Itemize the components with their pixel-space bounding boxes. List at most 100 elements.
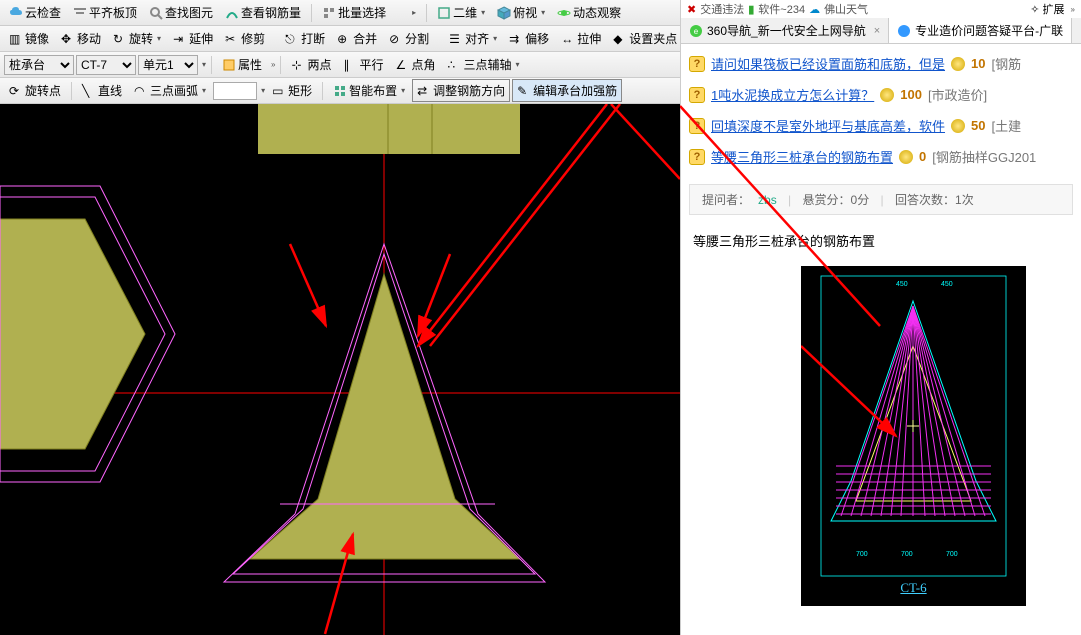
answer-count: 回答次数：1次	[895, 193, 974, 207]
set-clip-button[interactable]: ◆设置夹点	[608, 27, 682, 50]
faves-link[interactable]: ✧ 扩展	[1030, 1, 1064, 17]
coin-icon	[880, 88, 894, 102]
separator	[426, 4, 427, 22]
svg-text:e: e	[694, 27, 699, 36]
dynamic-view-button[interactable]: 动态观察	[552, 1, 626, 24]
batch-select-button[interactable]: 批量选择	[317, 1, 391, 24]
props-icon	[222, 58, 236, 72]
mirror-button[interactable]: ▥镜像	[4, 27, 54, 50]
view-rebar-button[interactable]: 查看钢筋量	[220, 1, 306, 24]
drawing-canvas[interactable]	[0, 104, 680, 635]
mirror-icon: ▥	[9, 32, 23, 46]
traffic-link[interactable]: 交通违法	[700, 1, 744, 17]
offset-icon: ⇉	[509, 32, 523, 46]
merge-button[interactable]: ⊕合并	[332, 27, 382, 50]
move-icon: ✥	[61, 32, 75, 46]
align2-icon: ☰	[449, 32, 463, 46]
dir-icon: ⇄	[417, 84, 431, 98]
qa-points: 10	[971, 56, 985, 71]
smart-place-button[interactable]: 智能布置▾	[328, 79, 410, 102]
trim-button[interactable]: ✂修剪	[220, 27, 270, 50]
offset-button[interactable]: ⇉偏移	[504, 27, 554, 50]
member-id-select[interactable]: CT-7	[76, 55, 136, 75]
question-meta: 提问者：zbs | 悬赏分：0分 | 回答次数：1次	[689, 184, 1073, 215]
rotate-icon: ↻	[113, 32, 127, 46]
align-icon	[73, 6, 87, 20]
tab-360nav[interactable]: e 360导航_新一代安全上网导航 ×	[681, 18, 889, 43]
cloud-check-button[interactable]: 云检查	[4, 1, 66, 24]
weather-link[interactable]: 佛山天气	[824, 1, 868, 17]
qa-points: 50	[971, 118, 985, 133]
align-button[interactable]: ☰对齐▾	[444, 27, 502, 50]
soft-link[interactable]: 软件~234	[758, 1, 805, 17]
svg-text:700: 700	[946, 551, 958, 558]
asker-label: 提问者：	[702, 193, 750, 207]
toolbar-place: ⟳旋转点 ╲直线 ◠三点画弧▾ ▾ ▭矩形 智能布置▾ ⇄调整钢筋方向 ✎编辑承…	[0, 78, 680, 104]
cloud-icon	[9, 6, 23, 20]
edit-cap-rebar-button[interactable]: ✎编辑承台加强筋	[512, 79, 622, 102]
reference-image[interactable]: 700700700 450450 CT-6	[801, 266, 1026, 606]
merge-icon: ⊕	[337, 32, 351, 46]
qa-category: [钢筋	[991, 54, 1021, 73]
question-title: 等腰三角形三桩承台的钢筋布置	[681, 223, 1081, 258]
break-icon: ⎋	[285, 32, 299, 46]
stretch-icon: ↔	[561, 32, 575, 46]
more-dropdown[interactable]: ▸	[405, 5, 421, 20]
search-icon	[149, 6, 163, 20]
cube-icon	[497, 6, 511, 20]
arc3pt-button[interactable]: ◠三点画弧▾	[129, 79, 211, 102]
qa-item: ? 请问如果筏板已经设置面筋和底筋，但是 10 [钢筋	[685, 48, 1077, 79]
rotate-button[interactable]: ↻旋转▾	[108, 27, 166, 50]
two-point-button[interactable]: ⊹两点	[286, 53, 336, 76]
extend-icon: ⇥	[173, 32, 187, 46]
find-element-button[interactable]: 查找图元	[144, 1, 218, 24]
rotate-pt-button[interactable]: ⟳旋转点	[4, 79, 66, 102]
coin-icon	[951, 119, 965, 133]
close-icon[interactable]: ×	[874, 25, 880, 37]
line-button[interactable]: ╲直线	[77, 79, 127, 102]
site-icon	[897, 24, 911, 38]
orbit-icon	[557, 6, 571, 20]
qa-category: [钢筋抽样GGJ201	[932, 147, 1036, 166]
qa-category: [土建	[991, 116, 1021, 135]
smart-icon	[333, 84, 347, 98]
unit-select[interactable]: 单元1	[138, 55, 198, 75]
align-top-button[interactable]: 平齐板顶	[68, 1, 142, 24]
adjust-rebar-dir-button[interactable]: ⇄调整钢筋方向	[412, 79, 510, 102]
move-button[interactable]: ✥移动	[56, 27, 106, 50]
question-icon: ?	[689, 149, 705, 165]
three-pt-aux-button[interactable]: ∴三点辅轴▾	[443, 53, 525, 76]
extend-button[interactable]: ⇥延伸	[168, 27, 218, 50]
rect-button[interactable]: ▭矩形	[267, 79, 317, 102]
qa-item: ? 回填深度不是室外地坪与基底高差，软件 50 [土建	[685, 110, 1077, 141]
address-bar: ✖ 交通违法 ▮ 软件~234 ☁ 佛山天气 ✧ 扩展 »	[681, 0, 1081, 18]
batch-icon	[322, 6, 336, 20]
top-view-button[interactable]: 俯视▾	[492, 1, 550, 24]
split-icon: ⊘	[389, 32, 403, 46]
break-button[interactable]: ⎋打断	[280, 27, 330, 50]
qa-link[interactable]: 回填深度不是室外地坪与基底高差，软件	[711, 116, 945, 135]
svg-text:700: 700	[901, 551, 913, 558]
qa-item: ? 等腰三角形三桩承台的钢筋布置 0 [钢筋抽样GGJ201	[685, 141, 1077, 172]
split-button[interactable]: ⊘分割	[384, 27, 434, 50]
dropdown-icon[interactable]: ▾	[202, 60, 206, 69]
parallel-button[interactable]: ∥平行	[339, 53, 389, 76]
browser-tabs: e 360导航_新一代安全上网导航 × 专业造价问题答疑平台-广联	[681, 18, 1081, 44]
view-2d-button[interactable]: 二维▾	[432, 1, 490, 24]
member-type-select[interactable]: 桩承台	[4, 55, 74, 75]
qa-category: [市政造价]	[928, 85, 987, 104]
tab-qa[interactable]: 专业造价问题答疑平台-广联	[889, 18, 1072, 43]
edit-rebar-icon: ✎	[517, 84, 531, 98]
svg-text:450: 450	[896, 281, 908, 288]
value-input[interactable]	[213, 82, 257, 100]
stretch-button[interactable]: ↔拉伸	[556, 27, 606, 50]
properties-button[interactable]: 属性	[217, 53, 267, 76]
angle-button[interactable]: ∠点角	[391, 53, 441, 76]
trim-icon: ✂	[225, 32, 239, 46]
asker-name: zbs	[758, 193, 777, 207]
qa-link[interactable]: 1吨水泥换成立方怎么计算？	[711, 85, 874, 104]
coin-icon	[951, 57, 965, 71]
qa-list: ? 请问如果筏板已经设置面筋和底筋，但是 10 [钢筋 ? 1吨水泥换成立方怎么…	[681, 44, 1081, 176]
qa-link[interactable]: 请问如果筏板已经设置面筋和底筋，但是	[711, 54, 945, 73]
qa-link[interactable]: 等腰三角形三桩承台的钢筋布置	[711, 147, 893, 166]
